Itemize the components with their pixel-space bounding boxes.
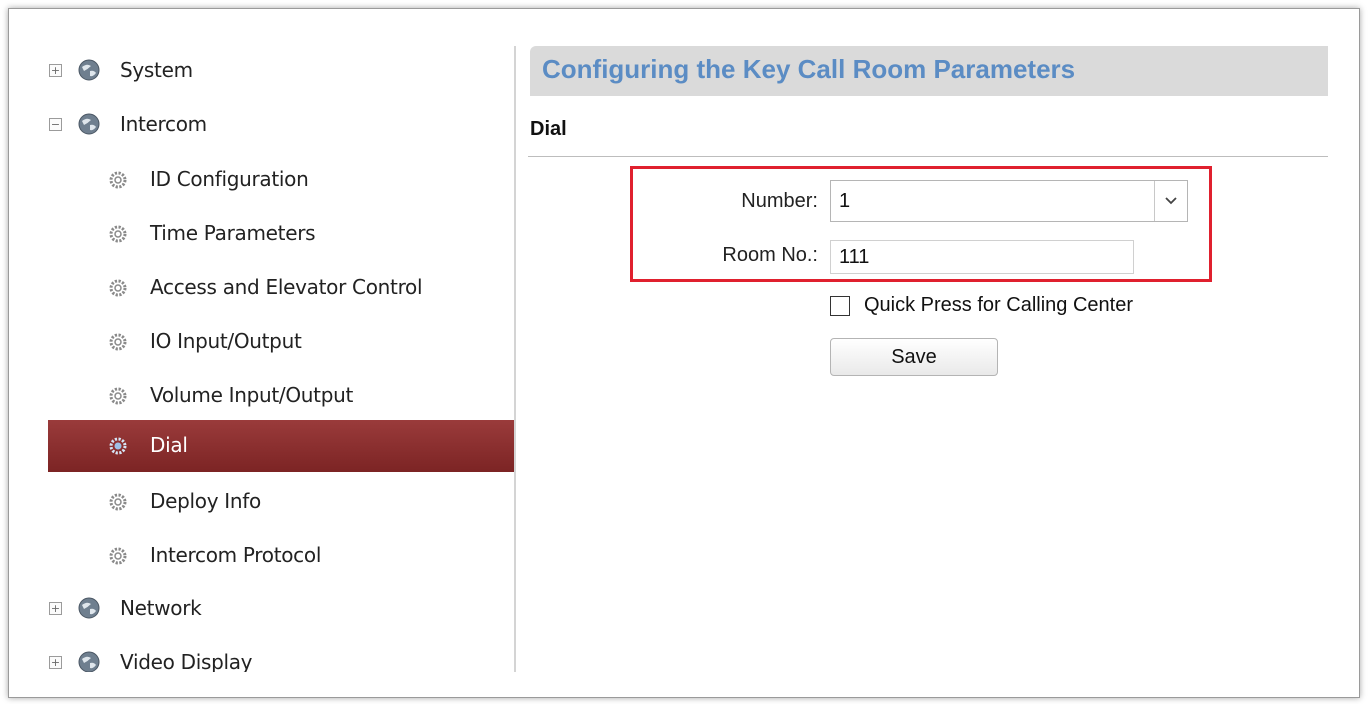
globe-icon	[78, 651, 100, 672]
globe-icon	[78, 59, 100, 81]
chevron-down-icon[interactable]	[1154, 181, 1187, 221]
sidebar-item-label: Dial	[150, 433, 188, 457]
sidebar-item-label: IO Input/Output	[150, 329, 302, 353]
gear-icon	[109, 437, 127, 455]
quick-press-label: Quick Press for Calling Center	[864, 294, 1133, 316]
sidebar-tree: + System − Intercom ID Configuration Tim…	[48, 46, 514, 672]
quick-press-checkbox[interactable]	[830, 296, 850, 316]
tree-node-label: Intercom	[120, 112, 207, 136]
sidebar-item-label: Access and Elevator Control	[150, 275, 423, 299]
sidebar-item-access-elevator-control[interactable]: Access and Elevator Control	[48, 262, 514, 314]
save-button[interactable]: Save	[830, 338, 998, 376]
sidebar-item-deploy-info[interactable]: Deploy Info	[48, 476, 514, 528]
sidebar-item-id-configuration[interactable]: ID Configuration	[48, 154, 514, 206]
sidebar-divider	[514, 46, 516, 672]
sidebar-item-label: Volume Input/Output	[150, 383, 354, 407]
sidebar-item-time-parameters[interactable]: Time Parameters	[48, 208, 514, 260]
section-heading: Dial	[530, 118, 567, 140]
expand-icon[interactable]: +	[49, 656, 62, 669]
gear-icon	[109, 493, 127, 511]
gear-icon	[109, 225, 127, 243]
collapse-icon[interactable]: −	[49, 118, 62, 131]
tree-node-network[interactable]: + Network	[48, 584, 514, 636]
sidebar-item-label: Intercom Protocol	[150, 543, 322, 567]
number-label: Number:	[741, 190, 818, 212]
gear-icon	[109, 387, 127, 405]
number-select-value: 1	[839, 190, 851, 212]
sidebar-item-label: Deploy Info	[150, 489, 261, 513]
tree-node-label: Video Display	[120, 650, 253, 672]
expand-icon[interactable]: +	[49, 64, 62, 77]
sidebar-item-io-input-output[interactable]: IO Input/Output	[48, 316, 514, 368]
page-title-bar: Configuring the Key Call Room Parameters	[530, 46, 1328, 96]
tree-node-video-display[interactable]: + Video Display	[48, 638, 514, 672]
sidebar-item-volume-input-output[interactable]: Volume Input/Output	[48, 370, 514, 422]
sidebar-item-dial[interactable]: Dial	[48, 420, 514, 472]
gear-icon	[109, 171, 127, 189]
gear-icon	[109, 547, 127, 565]
expand-icon[interactable]: +	[49, 602, 62, 615]
tree-node-label: System	[120, 58, 193, 82]
room-no-input[interactable]	[830, 240, 1134, 274]
gear-icon	[109, 333, 127, 351]
page-title: Configuring the Key Call Room Parameters	[542, 54, 1076, 84]
globe-icon	[78, 113, 100, 135]
gear-icon	[109, 279, 127, 297]
globe-icon	[78, 597, 100, 619]
number-select[interactable]: 1	[830, 180, 1188, 222]
sidebar-item-intercom-protocol[interactable]: Intercom Protocol	[48, 530, 514, 582]
tree-node-intercom[interactable]: − Intercom	[48, 100, 514, 152]
section-divider	[528, 156, 1328, 157]
tree-node-label: Network	[120, 596, 202, 620]
sidebar-item-label: ID Configuration	[150, 167, 309, 191]
sidebar-item-label: Time Parameters	[150, 221, 316, 245]
tree-node-system[interactable]: + System	[48, 46, 514, 98]
room-no-label: Room No.:	[722, 244, 818, 266]
